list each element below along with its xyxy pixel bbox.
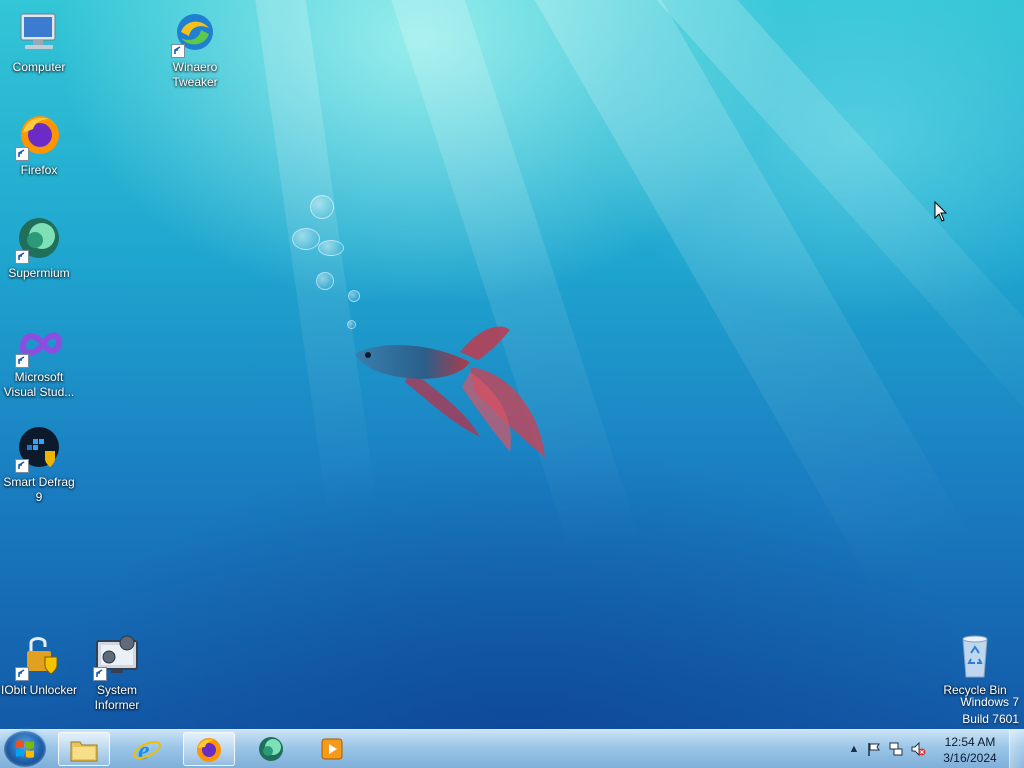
- action-center-flag-icon[interactable]: [866, 741, 882, 757]
- desktop-icon-winaero-tweaker[interactable]: Winaero Tweaker: [156, 10, 234, 90]
- iobit-unlocker-icon: [15, 633, 63, 681]
- clock[interactable]: 12:54 AM 3/16/2024: [940, 734, 1000, 766]
- shortcut-arrow-icon: [15, 667, 29, 681]
- computer-icon: [15, 10, 63, 58]
- firefox-icon: [197, 738, 221, 762]
- firefox-icon: [15, 113, 63, 161]
- folder-icon: [70, 741, 98, 762]
- taskbar: e ▲ 12:54 AM 3/16/2024: [0, 729, 1024, 768]
- recycle-bin-icon: [951, 633, 999, 681]
- desktop-icon-visual-studio[interactable]: Microsoft Visual Stud...: [0, 320, 78, 400]
- desktop-icon-supermium[interactable]: Supermium: [0, 216, 78, 281]
- winaero-tweaker-icon: [171, 10, 219, 58]
- shortcut-arrow-icon: [15, 147, 29, 161]
- network-icon[interactable]: [888, 741, 904, 757]
- taskbar-button-supermium[interactable]: [246, 732, 298, 766]
- shortcut-arrow-icon: [171, 44, 185, 58]
- taskbar-button-firefox[interactable]: [183, 732, 235, 766]
- taskbar-button-media-player[interactable]: [307, 732, 359, 766]
- bubble: [310, 195, 334, 219]
- start-button[interactable]: [4, 731, 46, 767]
- shortcut-arrow-icon: [15, 250, 29, 264]
- desktop-icon-label: Smart Defrag 9: [3, 475, 75, 504]
- desktop-icon-system-informer[interactable]: System Informer: [78, 633, 156, 713]
- bubble: [316, 272, 334, 290]
- system-tray: ▲ 12:54 AM 3/16/2024: [834, 730, 1024, 768]
- desktop-icon-label: System Informer: [94, 683, 140, 712]
- desktop-icon-label: Winaero Tweaker: [172, 60, 218, 89]
- bubble: [348, 290, 360, 302]
- windows-orb-icon: [16, 740, 34, 758]
- volume-muted-icon[interactable]: [910, 741, 926, 757]
- visual-studio-icon: [15, 320, 63, 368]
- windows-build-watermark: Windows 7 Build 7601: [960, 694, 1019, 728]
- internet-explorer-icon: e: [133, 736, 161, 763]
- taskbar-button-file-explorer[interactable]: [58, 732, 110, 766]
- clock-time: 12:54 AM: [944, 735, 996, 749]
- shortcut-arrow-icon: [15, 459, 29, 473]
- clock-date: 3/16/2024: [943, 751, 997, 765]
- supermium-icon: [259, 737, 283, 761]
- bubble: [318, 240, 344, 256]
- desktop-icon-smart-defrag[interactable]: Smart Defrag 9: [0, 425, 78, 505]
- shortcut-arrow-icon: [93, 667, 107, 681]
- system-informer-icon: [93, 633, 141, 681]
- media-player-icon: [321, 738, 343, 760]
- desktop-icon-label: Microsoft Visual Stud...: [3, 370, 75, 399]
- desktop-icon-iobit-unlocker[interactable]: IObit Unlocker: [0, 633, 78, 698]
- watermark-build: Build 7601: [962, 712, 1019, 726]
- desktop-icon-computer[interactable]: Computer: [0, 10, 78, 75]
- watermark-os: Windows 7: [960, 695, 1019, 709]
- desktop-icon-label: Supermium: [8, 266, 70, 280]
- desktop-icon-firefox[interactable]: Firefox: [0, 113, 78, 178]
- taskbar-button-internet-explorer[interactable]: e: [122, 732, 174, 766]
- desktop-icon-label: Computer: [12, 60, 66, 74]
- desktop-background[interactable]: Computer Firefox Supermium Microsoft Vis…: [0, 0, 1024, 729]
- desktop-icon-label: IObit Unlocker: [0, 683, 78, 697]
- desktop-icon-recycle-bin[interactable]: Recycle Bin: [936, 633, 1014, 698]
- shortcut-arrow-icon: [15, 354, 29, 368]
- desktop-icon-label: Firefox: [20, 163, 58, 177]
- show-hidden-icons-button[interactable]: ▲: [846, 741, 862, 757]
- bubble: [292, 228, 320, 250]
- betta-fish-image: [355, 326, 545, 457]
- show-desktop-button[interactable]: [1009, 730, 1024, 768]
- smart-defrag-icon: [15, 425, 63, 473]
- mouse-cursor-icon: [934, 201, 948, 222]
- supermium-icon: [15, 216, 63, 264]
